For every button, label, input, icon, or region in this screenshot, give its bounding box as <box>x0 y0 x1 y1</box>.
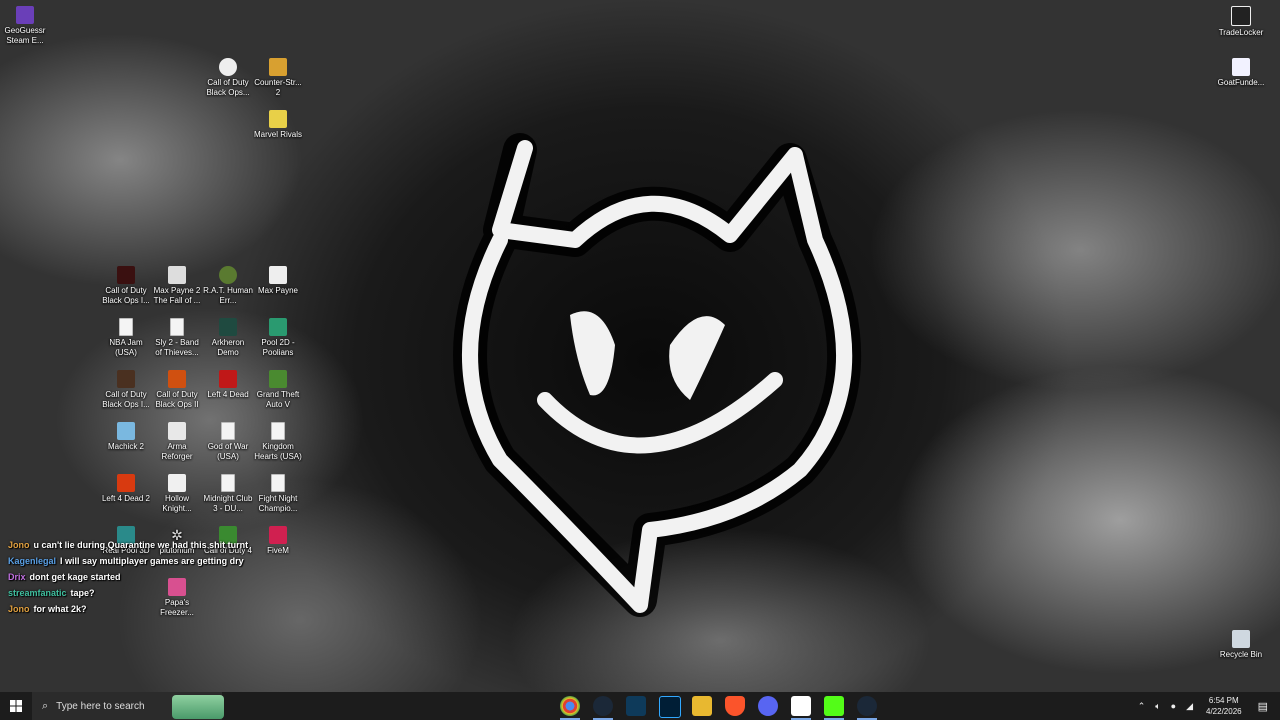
chat-message: Kagenlegal I will say multiplayer games a… <box>8 553 248 569</box>
cod-icon <box>219 58 237 76</box>
discord-icon[interactable] <box>758 696 778 716</box>
epic-games-icon[interactable] <box>791 696 811 716</box>
desktop-icon-geoguessr[interactable]: GeoGuessr Steam E... <box>0 6 50 46</box>
chat-message: Jono u can't lie during Quarantine we had… <box>8 537 248 553</box>
left-4-dead-icon <box>117 474 135 492</box>
cod-icon <box>117 266 135 284</box>
machick-icon <box>117 422 135 440</box>
rat-icon <box>219 266 237 284</box>
steam-icon[interactable] <box>593 696 613 716</box>
speaker-icon[interactable]: 🔈︎ <box>1155 701 1160 712</box>
search-highlight-image <box>172 695 224 719</box>
notification-icon[interactable]: ▤ <box>1258 700 1268 713</box>
desktop-icon-rat[interactable]: R.A.T. Human Err... <box>203 266 253 306</box>
hollow-knight-icon <box>168 474 186 492</box>
photoshop-icon[interactable] <box>659 696 681 718</box>
steam-icon[interactable] <box>857 696 877 716</box>
max-payne-icon <box>168 266 186 284</box>
counter-strike-icon <box>269 58 287 76</box>
file-icon <box>119 318 133 336</box>
search-icon: ⌕ <box>42 699 49 712</box>
desktop-icon-arkheron[interactable]: Arkheron Demo <box>203 318 253 358</box>
chat-text: tape? <box>70 588 95 598</box>
desktop-icon-god-of-war[interactable]: God of War (USA) <box>203 422 253 462</box>
tradelocker-icon <box>1231 6 1251 26</box>
file-icon <box>221 474 235 492</box>
chat-text: I will say multiplayer games are getting… <box>60 556 244 566</box>
desktop-icon-marvel-rivals[interactable]: Marvel Rivals <box>253 110 303 140</box>
file-explorer-icon[interactable] <box>692 696 712 716</box>
gta-icon <box>269 370 287 388</box>
arma-icon <box>168 422 186 440</box>
network-icon[interactable]: ◢ <box>1186 701 1193 712</box>
desktop-icon-midnight-club-3[interactable]: Midnight Club 3 - DU... <box>203 474 253 514</box>
chat-username: Jono <box>8 540 30 550</box>
desktop-icon-goatfunded[interactable]: GoatFunde... <box>1216 58 1266 88</box>
desktop-icon-kingdom-hearts[interactable]: Kingdom Hearts (USA) <box>253 422 303 462</box>
fivem-icon <box>269 526 287 544</box>
search-placeholder: Type here to search <box>56 700 145 712</box>
desktop-icon-fight-night[interactable]: Fight Night Champio... <box>253 474 303 514</box>
recycle-bin-icon <box>1232 630 1250 648</box>
pool-icon <box>269 318 287 336</box>
clock[interactable]: 6:54 PM 4/22/2026 <box>1206 695 1242 717</box>
desktop-icon-tradelocker[interactable]: TradeLocker <box>1216 6 1266 38</box>
max-payne-icon <box>269 266 287 284</box>
chat-message: streamfanatic tape? <box>8 585 248 601</box>
file-icon <box>271 422 285 440</box>
desktop-icon-machick-2[interactable]: Machick 2 <box>101 422 151 452</box>
chat-username: Jono <box>8 604 30 614</box>
cod-icon <box>168 370 186 388</box>
cod-icon <box>117 370 135 388</box>
chevron-up-icon[interactable]: ⌃ <box>1138 701 1146 712</box>
clock-date: 4/22/2026 <box>1206 707 1242 716</box>
desktop-icon-gta5[interactable]: Grand Theft Auto V <box>253 370 303 410</box>
chat-username: Drix <box>8 572 26 582</box>
desktop-icon-cod-black-ops-1[interactable]: Call of Duty Black Ops I... <box>101 370 151 410</box>
chat-message: Jono for what 2k? <box>8 601 248 617</box>
desktop-icon-recycle-bin[interactable]: Recycle Bin <box>1216 630 1266 660</box>
brave-icon[interactable] <box>725 696 745 716</box>
chrome-icon[interactable] <box>560 696 580 716</box>
desktop-icon-left-4-dead-2[interactable]: Left 4 Dead 2 <box>101 474 151 504</box>
windows-icon <box>10 700 22 712</box>
microphone-icon[interactable]: ● <box>1171 701 1176 711</box>
chat-text: dont get kage started <box>29 572 121 582</box>
file-icon <box>271 474 285 492</box>
left-4-dead-icon <box>219 370 237 388</box>
arkheron-icon <box>219 318 237 336</box>
desktop-icon-cod-black-ops-2[interactable]: Call of Duty Black Ops II <box>152 370 202 410</box>
desktop-icon-fivem[interactable]: FiveM <box>253 526 303 556</box>
start-button[interactable] <box>0 692 32 720</box>
desktop-icon-cod-black-ops[interactable]: Call of Duty Black Ops... <box>203 58 253 98</box>
desktop-icon-left-4-dead[interactable]: Left 4 Dead <box>203 370 253 400</box>
chat-text: for what 2k? <box>33 604 87 614</box>
chat-message: Drix dont get kage started <box>8 569 248 585</box>
chat-username: streamfanatic <box>8 588 67 598</box>
desktop-icon-max-payne-2[interactable]: Max Payne 2 The Fall of ... <box>152 266 202 306</box>
desktop-icon-hollow-knight[interactable]: Hollow Knight... <box>152 474 202 514</box>
chat-username: Kagenlegal <box>8 556 57 566</box>
system-tray: ⌃ 🔈︎ ● ◢ 6:54 PM 4/22/2026 ▤ <box>1133 692 1280 720</box>
chat-text: u can't lie during Quarantine we had thi… <box>33 540 249 550</box>
desktop-icon-sly2[interactable]: Sly 2 - Band of Thieves... <box>152 318 202 358</box>
desktop-icon-arma-reforger[interactable]: Arma Reforger <box>152 422 202 462</box>
desktop-icon-cod-black-ops-3[interactable]: Call of Duty Black Ops I... <box>101 266 151 306</box>
desktop-icon-counter-strike-2[interactable]: Counter-Str... 2 <box>253 58 303 98</box>
vegas-icon[interactable] <box>626 696 646 716</box>
file-icon <box>170 318 184 336</box>
geoguessr-icon <box>16 6 34 24</box>
clock-time: 6:54 PM <box>1208 696 1239 705</box>
desktop-icon-max-payne[interactable]: Max Payne <box>253 266 303 296</box>
file-icon <box>221 422 235 440</box>
stream-chat-overlay: Jono u can't lie during Quarantine we had… <box>8 537 248 617</box>
desktop-icon-nba-jam[interactable]: NBA Jam (USA) <box>101 318 151 358</box>
kick-icon[interactable] <box>824 696 844 716</box>
goatfunded-icon <box>1232 58 1250 76</box>
desktop-icon-pool2d[interactable]: Pool 2D - Poolians <box>253 318 303 358</box>
marvel-rivals-icon <box>269 110 287 128</box>
